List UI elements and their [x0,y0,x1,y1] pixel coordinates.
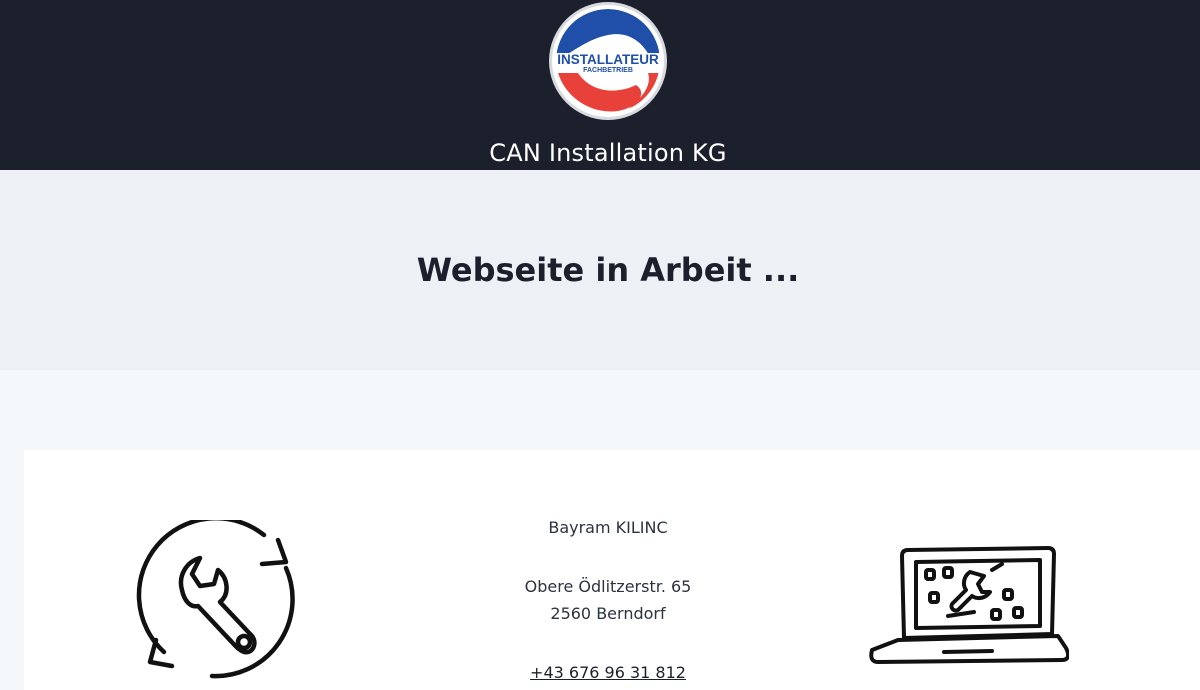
phone-link[interactable]: +43 676 96 31 812 [530,663,686,682]
site-header: INSTALLATEUR FACHBETRIEB CAN Installatio… [0,0,1200,170]
laptop-wrench-icon [869,546,1069,664]
contact-city: 2560 Berndorf [550,604,666,623]
content-area: Bayram KILINC Obere Ödlitzerstr. 65 2560… [0,370,1200,690]
contact-street: Obere Ödlitzerstr. 65 [524,577,692,596]
contact-card: Bayram KILINC Obere Ödlitzerstr. 65 2560… [24,450,1200,690]
hero-banner: Webseite in Arbeit ... [0,170,1200,370]
hero-heading: Webseite in Arbeit ... [416,251,800,289]
logo-sub-text: FACHBETRIEB [583,67,633,74]
wrench-refresh-icon [136,520,295,679]
logo-main-text: INSTALLATEUR [557,52,659,67]
installateur-logo[interactable]: INSTALLATEUR FACHBETRIEB [548,1,668,121]
contact-name: Bayram KILINC [548,518,668,537]
site-title: CAN Installation KG [489,139,727,167]
contact-details: Bayram KILINC Obere Ödlitzerstr. 65 2560… [458,514,758,686]
